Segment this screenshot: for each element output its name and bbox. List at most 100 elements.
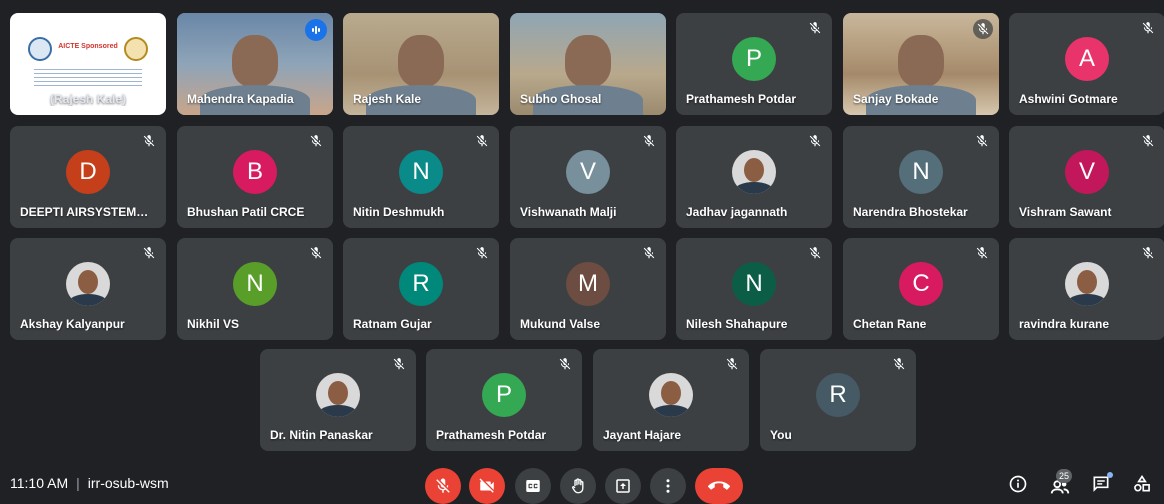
person-silhouette xyxy=(232,35,278,87)
mic-off-icon xyxy=(436,478,450,493)
participant-grid: AICTE Sponsored (Rajesh Kale) Mahendra Kap… xyxy=(0,0,1164,460)
meeting-info: 11:10 AM | irr-osub-wsm xyxy=(10,475,169,491)
participant-name: Subho Ghosal xyxy=(520,92,602,106)
more-vert-icon xyxy=(666,479,670,493)
photo-face xyxy=(78,269,98,294)
raise-hand-button[interactable] xyxy=(560,468,596,504)
participant-name: Mukund Valse xyxy=(520,317,601,331)
mic-muted-icon xyxy=(808,21,824,37)
present-screen-icon xyxy=(616,479,630,493)
participant-name: (Rajesh Kale) xyxy=(49,92,127,106)
participant-tile[interactable]: Jadhav jagannath xyxy=(676,126,832,228)
hand-icon xyxy=(571,478,584,494)
participant-name: Nilesh Shahapure xyxy=(686,317,788,331)
participant-name: Nikhil VS xyxy=(187,317,240,331)
avatar-initial: P xyxy=(482,372,526,417)
activities-shapes-icon xyxy=(1134,474,1150,492)
participant-name: You xyxy=(770,428,792,442)
participant-tile[interactable]: C Chetan Rane xyxy=(843,238,999,340)
profile-photo xyxy=(316,372,360,417)
more-options-button[interactable] xyxy=(650,468,686,504)
participant-tile[interactable]: Mahendra Kapadia xyxy=(177,13,333,115)
participant-name: Chetan Rane xyxy=(853,317,927,331)
photo-face xyxy=(1077,269,1097,294)
avatar-initial: N xyxy=(732,261,776,306)
participant-tile[interactable]: N Nikhil VS xyxy=(177,238,333,340)
participant-tile[interactable]: A Ashwini Gotmare xyxy=(1009,13,1164,115)
participant-tile[interactable]: N Narendra Bhostekar xyxy=(843,126,999,228)
leave-call-button[interactable] xyxy=(695,468,743,504)
avatar-initial: N xyxy=(233,261,277,306)
photo-face xyxy=(328,380,348,405)
avatar-initial: R xyxy=(816,372,860,417)
participant-tile[interactable]: V Vishram Sawant xyxy=(1009,126,1164,228)
speaking-indicator-icon xyxy=(305,19,327,41)
participant-tile[interactable]: N Nilesh Shahapure xyxy=(676,238,832,340)
participant-name: Prathamesh Potdar xyxy=(686,92,797,106)
participant-name: Akshay Kalyanpur xyxy=(20,317,125,331)
participant-tile[interactable]: AICTE Sponsored (Rajesh Kale) xyxy=(10,13,166,115)
participant-tile[interactable]: Sanjay Bokade xyxy=(843,13,999,115)
avatar-initial: V xyxy=(1065,149,1109,194)
avatar-initial: C xyxy=(899,261,943,306)
participant-tile[interactable]: Dr. Nitin Panaskar xyxy=(260,349,416,451)
avatar-initial: D xyxy=(66,149,110,194)
participant-tile[interactable]: ravindra kurane xyxy=(1009,238,1164,340)
mic-muted-icon xyxy=(892,357,908,373)
slide-body-lines xyxy=(34,69,142,89)
profile-photo xyxy=(1065,261,1109,306)
mic-muted-icon xyxy=(392,357,408,373)
participant-tile[interactable]: R Ratnam Gujar xyxy=(343,238,499,340)
photo-body xyxy=(734,181,774,194)
participant-name: Narendra Bhostekar xyxy=(853,205,968,219)
activities-button[interactable] xyxy=(1130,472,1154,496)
camera-off-icon xyxy=(479,478,494,493)
chat-button[interactable] xyxy=(1089,472,1113,496)
participant-name: Vishwanath Malji xyxy=(520,205,617,219)
meeting-details-button[interactable] xyxy=(1006,472,1030,496)
chat-notification-dot xyxy=(1107,472,1113,478)
present-now-button[interactable] xyxy=(605,468,641,504)
photo-face xyxy=(661,380,681,405)
participant-tile[interactable]: Rajesh Kale xyxy=(343,13,499,115)
avatar-initial: P xyxy=(732,36,776,81)
mic-muted-icon xyxy=(808,246,824,262)
participant-tile[interactable]: V Vishwanath Malji xyxy=(510,126,666,228)
avatar-initial: V xyxy=(566,149,610,194)
photo-body xyxy=(651,404,691,417)
participant-tile[interactable]: M Mukund Valse xyxy=(510,238,666,340)
participant-name: Ratnam Gujar xyxy=(353,317,432,331)
person-silhouette xyxy=(898,35,944,87)
mic-muted-icon xyxy=(1141,246,1157,262)
mic-muted-icon xyxy=(1141,134,1157,150)
hang-up-icon xyxy=(708,481,730,490)
participant-tile[interactable]: D DEEPTI AIRSYSTEMS P... xyxy=(10,126,166,228)
mic-muted-icon xyxy=(558,357,574,373)
participant-tile[interactable]: P Prathamesh Potdar xyxy=(426,349,582,451)
bottom-bar: 11:10 AM | irr-osub-wsm 25 xyxy=(0,462,1164,504)
avatar-initial: A xyxy=(1065,36,1109,81)
participant-tile[interactable]: P Prathamesh Potdar xyxy=(676,13,832,115)
camera-toggle-button[interactable] xyxy=(469,468,505,504)
participant-name: Rajesh Kale xyxy=(353,92,422,106)
participant-tile[interactable]: B Bhushan Patil CRCE xyxy=(177,126,333,228)
mic-muted-icon xyxy=(475,134,491,150)
photo-body xyxy=(68,293,108,306)
participant-tile[interactable]: Jayant Hajare xyxy=(593,349,749,451)
profile-photo xyxy=(66,261,110,306)
participant-name: ravindra kurane xyxy=(1019,317,1110,331)
participant-name: Ashwini Gotmare xyxy=(1019,92,1118,106)
participant-tile[interactable]: Akshay Kalyanpur xyxy=(10,238,166,340)
mic-toggle-button[interactable] xyxy=(425,468,461,504)
participant-tile[interactable]: N Nitin Deshmukh xyxy=(343,126,499,228)
slide-heading: AICTE Sponsored xyxy=(58,43,118,50)
participant-tile[interactable]: R You xyxy=(760,349,916,451)
participant-name: Dr. Nitin Panaskar xyxy=(270,428,373,442)
mic-muted-icon xyxy=(309,246,325,262)
people-button[interactable]: 25 xyxy=(1048,469,1072,496)
person-silhouette xyxy=(565,35,611,87)
participant-tile[interactable]: Subho Ghosal xyxy=(510,13,666,115)
captions-button[interactable] xyxy=(515,468,551,504)
mic-muted-icon xyxy=(142,134,158,150)
participant-name: Nitin Deshmukh xyxy=(353,205,445,219)
